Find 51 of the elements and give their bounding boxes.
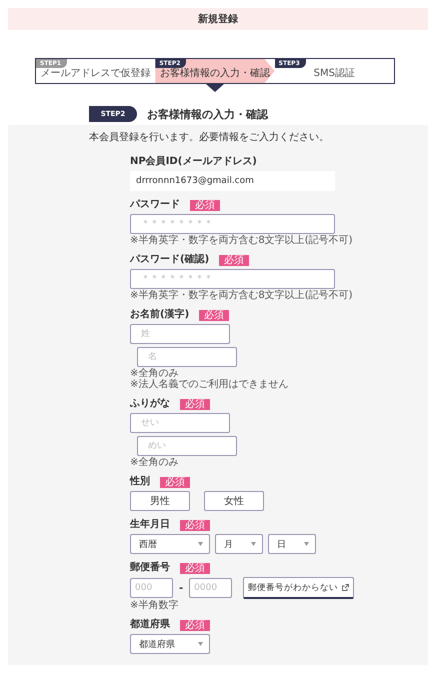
section-title: お客様情報の入力・確認	[147, 106, 268, 122]
select-field[interactable]: 日	[268, 534, 316, 554]
separator: -	[179, 582, 184, 594]
postal-lookup-button[interactable]: 郵便番号がわからない	[243, 577, 354, 599]
option-button[interactable]: 女性	[204, 491, 264, 511]
email-value: drrronnn1673@gmail.com	[130, 171, 335, 191]
field-label: お名前(漢字)	[130, 309, 190, 321]
required-tag: 必須	[219, 254, 250, 266]
field-label: 都道府県	[130, 619, 170, 631]
field-label: ふりがな	[130, 398, 170, 410]
field-note: ※全角のみ	[130, 368, 180, 379]
caret-icon	[198, 542, 203, 546]
required-tag: 必須	[199, 310, 230, 320]
field-label: 性別	[130, 476, 150, 488]
field-label: 郵便番号	[130, 562, 170, 574]
input-field[interactable]: ＊＊＊＊＊＊＊＊	[130, 269, 335, 289]
step-label: SMS認証	[314, 66, 355, 80]
field-label: パスワード	[130, 199, 180, 211]
field-label: パスワード(確認)	[130, 254, 210, 266]
page-title: 新規登録	[198, 12, 238, 26]
required-tag: 必須	[180, 520, 210, 530]
field-note: ※法人名義でのご利用はできません	[130, 379, 290, 390]
intro-text: 本会員登録を行います。必要情報をご入力ください。	[89, 130, 330, 144]
input-field[interactable]: 姓	[130, 324, 230, 344]
caret-icon	[198, 642, 203, 646]
required-tag: 必須	[180, 562, 210, 574]
step-label: メールアドレスで仮登録	[40, 67, 151, 80]
select-field[interactable]: 都道府県	[130, 634, 210, 654]
caret-icon	[251, 542, 256, 546]
field-label: 生年月日	[130, 519, 170, 531]
caret-icon	[304, 542, 309, 546]
input-field[interactable]: 名	[137, 347, 237, 367]
input-field[interactable]: 000	[130, 578, 173, 598]
step-label: お客様情報の入力・確認	[160, 66, 270, 80]
select-field[interactable]: 西暦	[130, 534, 210, 554]
required-tag: 必須	[190, 200, 220, 210]
field-note: ※半角英字・数字を両方含む8文字以上(記号不可)	[130, 290, 354, 301]
input-field[interactable]: せい	[130, 413, 230, 433]
required-tag: 必須	[160, 476, 190, 488]
field-note: ※全角のみ	[130, 457, 180, 468]
field-note: ※半角英字・数字を両方含む8文字以上(記号不可)	[130, 235, 354, 246]
external-link-icon	[342, 584, 350, 591]
input-field[interactable]: ＊＊＊＊＊＊＊＊	[130, 214, 335, 234]
required-tag: 必須	[180, 620, 210, 630]
field-note: ※半角数字	[130, 600, 180, 611]
select-field[interactable]: 月	[215, 534, 263, 554]
field-label: NP会員ID(メールアドレス)	[130, 156, 257, 168]
option-button[interactable]: 男性	[130, 491, 190, 511]
required-tag: 必須	[180, 398, 210, 410]
input-field[interactable]: 0000	[189, 578, 232, 598]
input-field[interactable]: めい	[137, 436, 237, 456]
